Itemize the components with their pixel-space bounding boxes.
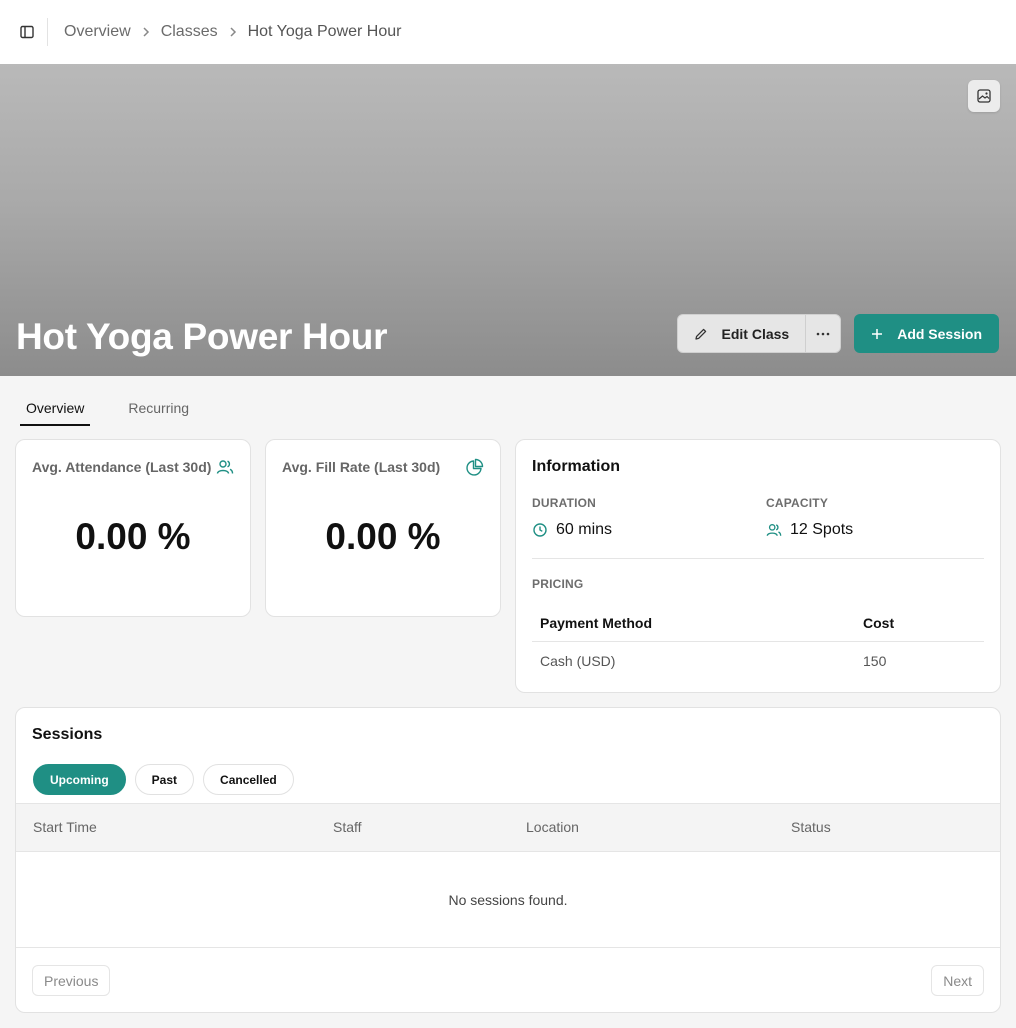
filter-cancelled[interactable]: Cancelled [203, 764, 294, 795]
filter-past[interactable]: Past [134, 764, 195, 795]
edit-button-group: Edit Class [676, 314, 842, 353]
chevron-right-icon [228, 26, 238, 38]
sessions-card: Sessions Upcoming Past Cancelled Start T… [15, 707, 1001, 1013]
duration-text: 60 mins [556, 521, 613, 538]
pricing-label: PRICING [532, 577, 584, 591]
hero-banner: Hot Yoga Power Hour Edit Class Add Sessi… [0, 64, 1016, 376]
add-session-button[interactable]: Add Session [854, 314, 999, 353]
payment-method-cell: Cash (USD) [540, 653, 616, 669]
tabs: Overview Recurring [20, 392, 195, 426]
pricing-table: Payment Method Cost Cash (USD) 150 [532, 604, 984, 680]
session-filters: Upcoming Past Cancelled [33, 764, 294, 795]
information-title: Information [532, 458, 620, 475]
breadcrumb-current: Hot Yoga Power Hour [247, 23, 402, 40]
sessions-table-header: Start Time Staff Location Status [16, 803, 1000, 852]
cost-cell: 150 [863, 653, 887, 669]
previous-button[interactable]: Previous [32, 965, 111, 996]
edit-class-label: Edit Class [721, 325, 790, 342]
more-options-button[interactable] [806, 315, 840, 352]
info-divider [532, 558, 984, 559]
page-title: Hot Yoga Power Hour [16, 316, 388, 357]
tab-recurring[interactable]: Recurring [122, 392, 195, 426]
image-icon [977, 89, 991, 103]
sidebar-toggle-icon[interactable] [17, 22, 37, 42]
column-staff: Staff [333, 819, 362, 835]
clock-icon [533, 523, 547, 537]
top-bar: Overview Classes Hot Yoga Power Hour [0, 0, 1016, 64]
pricing-row: Cash (USD) 150 [532, 642, 984, 680]
capacity-label: CAPACITY [766, 496, 829, 510]
breadcrumb-overview[interactable]: Overview [64, 23, 131, 41]
tab-overview[interactable]: Overview [20, 392, 91, 426]
change-image-button[interactable] [968, 80, 1000, 112]
column-start-time: Start Time [33, 819, 97, 835]
breadcrumb: Overview Classes Hot Yoga Power Hour [64, 23, 401, 41]
attendance-card: Avg. Attendance (Last 30d) 0.00 % [15, 439, 251, 617]
breadcrumb-classes[interactable]: Classes [161, 23, 218, 41]
attendance-label: Avg. Attendance (Last 30d) [32, 459, 212, 475]
empty-state: No sessions found. [16, 852, 1000, 948]
duration-value: 60 mins [532, 521, 612, 539]
add-session-label: Add Session [897, 325, 982, 342]
more-horizontal-icon [816, 332, 830, 335]
hero-actions: Edit Class Add Session [676, 314, 999, 353]
fill-rate-label: Avg. Fill Rate (Last 30d) [282, 459, 441, 475]
capacity-value: 12 Spots [766, 521, 853, 539]
pie-chart-icon [466, 458, 484, 476]
users-icon [766, 524, 782, 536]
chevron-right-icon [141, 26, 151, 38]
pricing-header-row: Payment Method Cost [532, 604, 984, 642]
users-icon [216, 458, 234, 476]
information-card: Information DURATION 60 mins CAPACITY 12… [515, 439, 1001, 693]
pencil-icon [694, 328, 706, 340]
topbar-divider [47, 18, 48, 46]
fill-rate-card: Avg. Fill Rate (Last 30d) 0.00 % [265, 439, 501, 617]
capacity-text: 12 Spots [790, 521, 854, 538]
edit-class-button[interactable]: Edit Class [678, 315, 806, 352]
plus-icon [872, 328, 883, 339]
column-location: Location [526, 819, 579, 835]
fill-rate-value: 0.00 % [325, 516, 441, 557]
attendance-value: 0.00 % [75, 516, 191, 557]
next-button[interactable]: Next [931, 965, 984, 996]
duration-label: DURATION [532, 496, 597, 510]
sessions-title: Sessions [32, 726, 103, 743]
column-status: Status [791, 819, 831, 835]
cost-header: Cost [863, 614, 895, 631]
payment-method-header: Payment Method [540, 614, 653, 631]
filter-upcoming[interactable]: Upcoming [33, 764, 126, 795]
